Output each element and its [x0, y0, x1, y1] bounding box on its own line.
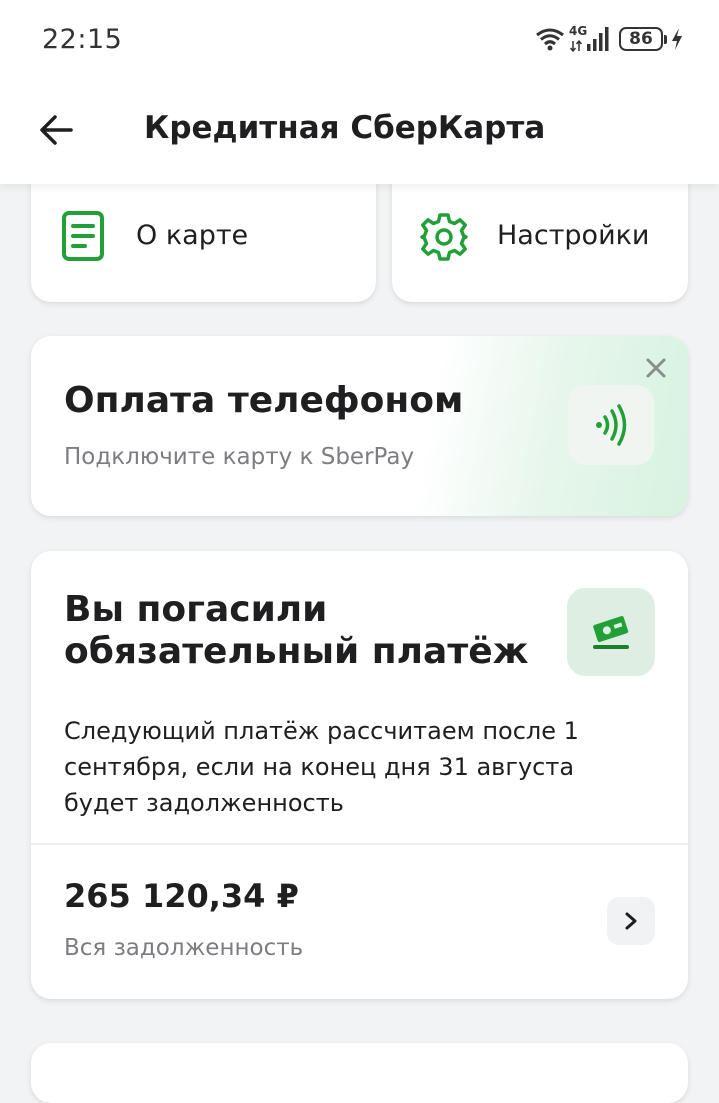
status-icons: 4G 86 [535, 22, 683, 56]
debt-description: Следующий платёж рассчитаем после 1 сент… [64, 717, 579, 817]
back-button[interactable] [34, 108, 78, 152]
debt-amount-label: Вся задолженность [64, 935, 304, 961]
charging-icon [672, 28, 682, 50]
phone-payment-title: Оплата телефоном [64, 380, 464, 421]
money-icon [593, 616, 629, 649]
phone-payment-subtitle: Подключите карту к SberPay [64, 444, 415, 470]
settings-label: Настройки [497, 220, 650, 251]
debt-title: Вы погасили обязательный платёж [64, 589, 529, 672]
app-bar: Кредитная СберКарта [0, 84, 719, 184]
open-debt-button[interactable] [607, 897, 655, 945]
document-icon [62, 211, 104, 261]
contactless-icon [596, 404, 627, 446]
debt-card: Вы погасили обязательный платёж Следующи… [31, 551, 688, 999]
next-card [31, 1043, 688, 1103]
money-tile [567, 588, 655, 676]
page-title: Кредитная СберКарта [144, 110, 546, 146]
close-button[interactable] [642, 354, 670, 382]
arrow-left-icon [40, 115, 73, 145]
signal-icon: 4G [569, 24, 609, 54]
gear-icon [420, 213, 468, 261]
battery-icon: 86 [619, 27, 667, 51]
total-debt-row[interactable]: 265 120,34 ₽ Вся задолженность [31, 845, 688, 999]
about-card-label: О карте [136, 220, 249, 251]
debt-amount: 265 120,34 ₽ [64, 877, 299, 915]
chevron-right-icon [625, 912, 637, 930]
phone-payment-card[interactable]: Оплата телефоном Подключите карту к Sber… [31, 336, 688, 516]
status-bar: 22:15 4G 86 [0, 0, 719, 84]
status-time: 22:15 [42, 24, 123, 55]
close-icon [646, 358, 666, 378]
contactless-tile [568, 385, 654, 465]
wifi-icon [536, 28, 564, 51]
battery-level: 86 [629, 29, 653, 49]
